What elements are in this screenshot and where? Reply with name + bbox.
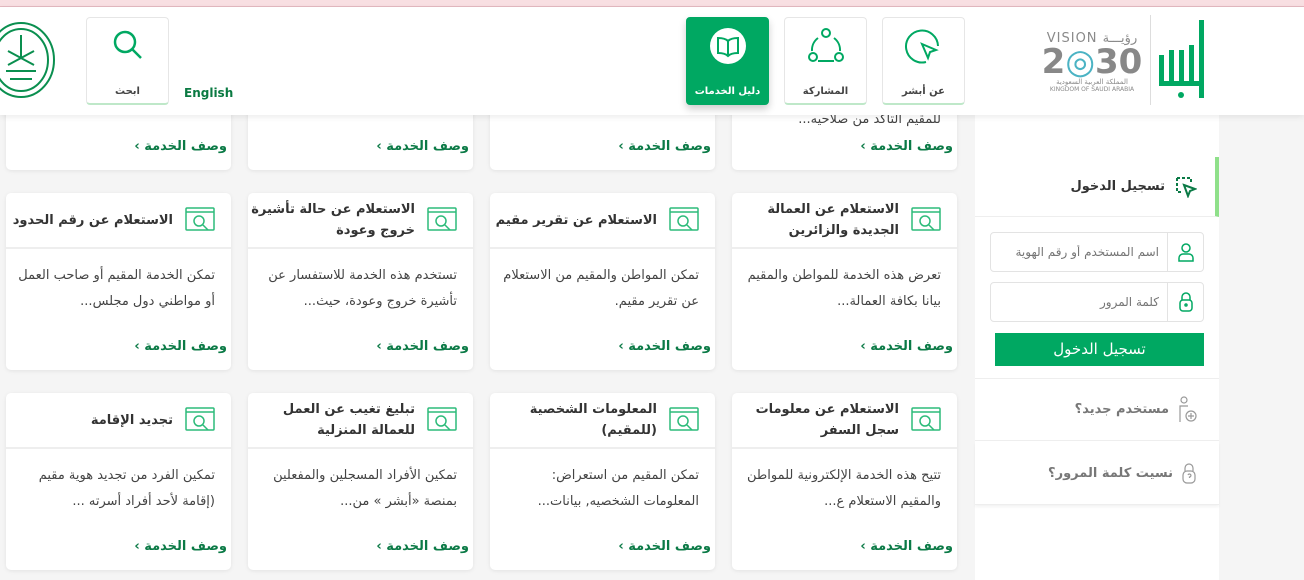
service-card: تجديد الإقامة تمكين الفرد من تجديد هوية م… — [6, 393, 231, 570]
login-header: تسجيل الدخول — [975, 157, 1219, 217]
service-description: تمكين الفرد من تجديد هوية مقيم (إقامة لأ… — [38, 468, 215, 509]
search-window-icon — [669, 407, 699, 431]
service-description: تمكن الخدمة المقيم أو صاحب العمل أو مواط… — [18, 268, 215, 309]
new-user-link[interactable]: مستخدم جديد؟ — [975, 378, 1219, 441]
password-input[interactable] — [991, 295, 1167, 309]
service-description-link[interactable]: وصف الخدمة › — [860, 139, 953, 154]
search-window-icon — [427, 207, 457, 231]
login-submit-button[interactable]: تسجيل الدخول — [995, 333, 1204, 366]
service-description-link[interactable]: وصف الخدمة › — [134, 139, 227, 154]
nav-services-guide[interactable]: دليل الخدمات — [686, 17, 769, 105]
add-user-icon — [1179, 395, 1197, 422]
service-title[interactable]: تجديد الإقامة — [91, 410, 173, 431]
forgot-password-link[interactable]: نسيت كلمة المرور؟ — [975, 442, 1219, 505]
service-card: الاستعلام عن رقم الحدود تمكن الخدمة المقي… — [6, 193, 231, 370]
card-header: الاستعلام عن حالة تأشيرة خروج وعودة — [248, 193, 473, 249]
top-alert-bar — [0, 0, 1304, 7]
service-description: تمكن المقيم من استعراض: المعلومات الشخصي… — [537, 468, 699, 509]
card-header: الاستعلام عن معلومات سجل السفر — [732, 393, 957, 449]
nav-participation[interactable]: المشاركة — [784, 17, 867, 105]
user-icon — [1177, 243, 1194, 262]
header: VISION رؤيـــة 2◎30 المملكة العربية السع… — [0, 7, 1304, 115]
search-icon — [113, 30, 142, 59]
service-description-link[interactable]: وصف الخدمة › — [134, 539, 227, 554]
service-description: تمكن المواطن والمقيم من الاستعلام عن تقر… — [503, 268, 699, 309]
service-description-link[interactable]: وصف الخدمة › — [860, 539, 953, 554]
service-description-link[interactable]: وصف الخدمة › — [618, 139, 711, 154]
service-title[interactable]: الاستعلام عن العمالة الجديدة والزائرين — [732, 199, 899, 241]
service-card: المعلومات الشخصية (للمقيم) تمكن المقيم من… — [490, 393, 715, 570]
absher-logo[interactable] — [1150, 15, 1218, 105]
service-title[interactable]: المعلومات الشخصية (للمقيم) — [490, 399, 657, 441]
service-description: تتيح هذه الخدمة الإلكترونية للمواطن والم… — [747, 468, 941, 509]
service-description-link[interactable]: وصف الخدمة › — [134, 339, 227, 354]
card-header: الاستعلام عن رقم الحدود — [6, 193, 231, 249]
share-network-icon — [807, 28, 844, 62]
service-description-link[interactable]: وصف الخدمة › — [376, 139, 469, 154]
card-header: المعلومات الشخصية (للمقيم) — [490, 393, 715, 449]
username-field[interactable] — [990, 232, 1204, 272]
service-description: تمكين الأفراد المسجلين والمفعلين بمنصة «… — [273, 468, 457, 509]
service-title[interactable]: الاستعلام عن رقم الحدود — [13, 210, 173, 231]
service-card: الاستعلام عن حالة تأشيرة خروج وعودة تستخد… — [248, 193, 473, 370]
service-description-link[interactable]: وصف الخدمة › — [860, 339, 953, 354]
ministry-emblem — [0, 21, 56, 103]
service-title[interactable]: الاستعلام عن معلومات سجل السفر — [732, 399, 899, 441]
card-header: الاستعلام عن العمالة الجديدة والزائرين — [732, 193, 957, 249]
vision-2030-logo: VISION رؤيـــة 2◎30 المملكة العربية السع… — [1041, 31, 1143, 93]
service-description: تعرض هذه الخدمة للمواطن والمقيم بيانا بك… — [747, 268, 941, 309]
service-card: الاستعلام عن معلومات سجل السفر تتيح هذه ا… — [732, 393, 957, 570]
service-title[interactable]: الاستعلام عن حالة تأشيرة خروج وعودة — [248, 199, 415, 241]
service-card: الاستعلام عن تقرير مقيم تمكن المواطن والم… — [490, 193, 715, 370]
search-window-icon — [911, 407, 941, 431]
search-window-icon — [911, 207, 941, 231]
service-title[interactable]: تبليغ تغيب عن العمل للعمالة المنزلية — [248, 399, 415, 441]
cursor-select-icon — [1176, 176, 1197, 198]
language-toggle[interactable]: English — [184, 86, 233, 100]
service-description: تستخدم هذه الخدمة للاستفسار عن تأشيرة خر… — [268, 268, 457, 309]
service-title[interactable]: الاستعلام عن تقرير مقيم — [496, 210, 657, 231]
search-window-icon — [185, 407, 215, 431]
search-button[interactable]: ابحث — [86, 17, 169, 105]
book-icon — [709, 28, 746, 64]
search-window-icon — [185, 207, 215, 231]
service-description-link[interactable]: وصف الخدمة › — [618, 339, 711, 354]
cursor-circle-icon — [904, 29, 939, 64]
login-sidebar: تسجيل الدخول تسجيل الدخول مستخدم جديد؟ ن… — [975, 115, 1219, 580]
service-description-link[interactable]: وصف الخدمة › — [618, 539, 711, 554]
password-field[interactable] — [990, 282, 1204, 322]
card-header: الاستعلام عن تقرير مقيم — [490, 193, 715, 249]
search-window-icon — [427, 407, 457, 431]
search-window-icon — [669, 207, 699, 231]
card-header: تجديد الإقامة — [6, 393, 231, 449]
service-card: تبليغ تغيب عن العمل للعمالة المنزلية تمكي… — [248, 393, 473, 570]
service-description-link[interactable]: وصف الخدمة › — [376, 339, 469, 354]
service-description-link[interactable]: وصف الخدمة › — [376, 539, 469, 554]
lock-icon — [1178, 292, 1193, 312]
lock-question-icon — [1182, 463, 1196, 484]
service-card: الاستعلام عن العمالة الجديدة والزائرين تع… — [732, 193, 957, 370]
nav-about-absher[interactable]: عن أبشر — [882, 17, 965, 105]
username-input[interactable] — [991, 245, 1167, 259]
card-header: تبليغ تغيب عن العمل للعمالة المنزلية — [248, 393, 473, 449]
